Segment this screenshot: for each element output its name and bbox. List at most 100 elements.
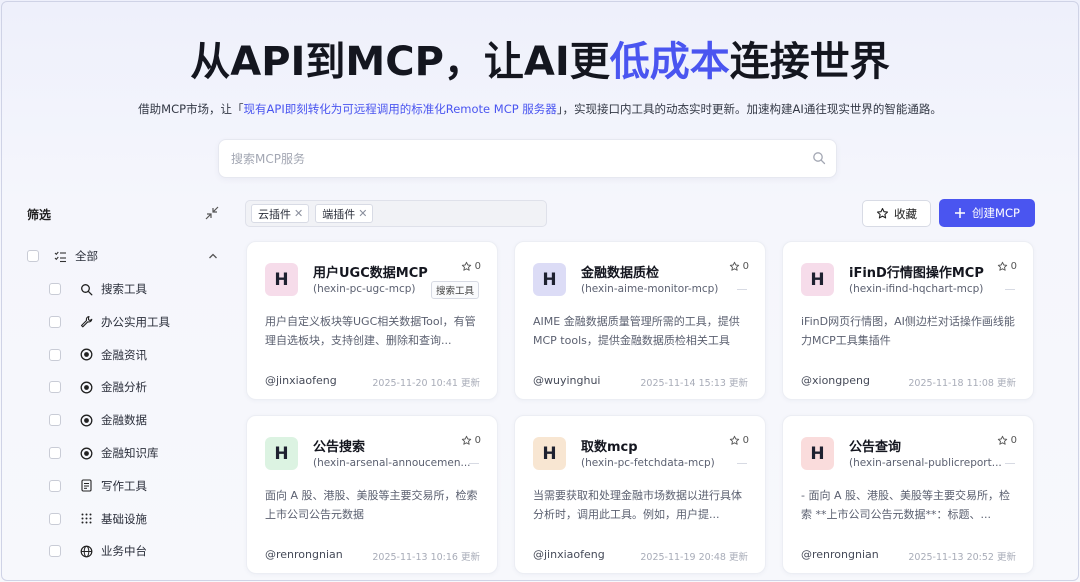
sidebar-item[interactable]: 办公实用工具 <box>49 312 170 332</box>
favorite-toggle[interactable]: 0 <box>997 261 1017 272</box>
filter-title: 筛选 <box>27 208 52 222</box>
avatar: H <box>265 263 298 296</box>
sidebar-item[interactable]: 金融资讯 <box>49 345 147 365</box>
plus-icon <box>955 208 966 218</box>
sidebar-item-label: 办公实用工具 <box>101 314 170 329</box>
card-title[interactable]: 公告搜索 <box>313 436 365 455</box>
star-icon[interactable] <box>729 435 740 446</box>
star-icon[interactable] <box>461 435 472 446</box>
card-author[interactable]: @renrongnian <box>801 548 879 561</box>
sidebar-item[interactable]: 业务中台 <box>49 541 147 561</box>
avatar: H <box>801 263 834 296</box>
card-description: 当需要获取和处理金融市场数据以进行具体分析时，调用此工具。例如，用户提... <box>533 489 742 521</box>
sidebar-item[interactable]: 基础设施 <box>49 509 147 529</box>
category-checkbox[interactable] <box>49 512 61 525</box>
card-identifier: (hexin-pc-ugc-mcp) <box>313 283 416 295</box>
sidebar-item[interactable]: 金融数据 <box>49 410 147 430</box>
favorite-toggle[interactable]: 0 <box>729 261 749 272</box>
sidebar-item-label: 金融资讯 <box>101 347 147 362</box>
mcp-card[interactable]: H 用户UGC数据MCP (hexin-pc-ugc-mcp) 搜索工具 0 用户自定义板… <box>246 241 498 400</box>
card-author[interactable]: @renrongnian <box>265 548 343 561</box>
filter-chip[interactable]: 端插件 ✕ <box>315 204 374 223</box>
sidebar-item[interactable]: 金融知识库 <box>49 443 159 463</box>
star-count: 0 <box>742 261 749 272</box>
create-mcp-button[interactable]: 创建MCP <box>939 199 1035 227</box>
target-icon <box>80 348 93 361</box>
card-title[interactable]: 金融数据质检 <box>581 262 659 281</box>
star-count: 0 <box>742 435 749 446</box>
close-icon[interactable]: ✕ <box>294 207 303 220</box>
card-author[interactable]: @jinxiaofeng <box>533 548 605 561</box>
search-icon[interactable] <box>812 151 826 165</box>
all-checkbox[interactable] <box>27 250 39 262</box>
category-checkbox[interactable] <box>49 447 61 459</box>
hero-title: 从API到MCP，让AI更低成本连接世界 <box>190 39 890 85</box>
card-title[interactable]: iFinD行情图操作MCP <box>849 262 984 281</box>
star-icon[interactable] <box>729 261 740 272</box>
card-title[interactable]: 取数mcp <box>581 436 638 455</box>
mcp-card[interactable]: H 金融数据质检 (hexin-aime-monitor-mcp) 0 AIME 金融数… <box>514 241 766 400</box>
filter-chip[interactable]: 云插件 ✕ <box>251 204 310 223</box>
star-count: 0 <box>474 261 481 272</box>
mcp-card[interactable]: H 取数mcp (hexin-pc-fetchdata-mcp) 0 当需要获取和处理金… <box>514 415 766 574</box>
sidebar-item[interactable]: 搜索工具 <box>49 279 147 299</box>
category-checkbox[interactable] <box>49 381 61 394</box>
sidebar-item-label: 基础设施 <box>101 511 147 526</box>
mcp-card[interactable]: H 公告搜索 (hexin-arsenal-annoucemen... 0 面向 A 股… <box>246 415 498 574</box>
card-identifier: (hexin-arsenal-publicreport... <box>849 457 1002 469</box>
sidebar-item[interactable]: 金融分析 <box>49 377 147 397</box>
hero-subtitle-highlight: 现有API即刻转化为可远程调用的标准化Remote MCP 服务器 <box>243 102 557 116</box>
category-checkbox[interactable] <box>49 414 61 427</box>
card-description: - 面向 A 股、港股、美股等主要交易所，检索 **上市公司公告元数据**：标题… <box>801 489 1010 521</box>
sidebar-item-label: 金融知识库 <box>101 446 159 460</box>
filter-tag-bar[interactable]: 云插件 ✕ 端插件 ✕ <box>245 200 547 227</box>
card-author[interactable]: @xiongpeng <box>801 374 870 387</box>
divider <box>1005 289 1015 290</box>
card-description: 用户自定义板块等UGC相关数据Tool，有管理自选板块，支持创建、删除和查询..… <box>265 315 476 347</box>
star-icon <box>876 207 889 219</box>
card-updated-time: 2025-11-18 11:08 更新 <box>908 378 1016 389</box>
star-count: 0 <box>1010 261 1017 272</box>
card-title[interactable]: 公告查询 <box>849 436 901 455</box>
divider <box>737 289 747 290</box>
star-icon[interactable] <box>997 261 1008 272</box>
chevron-up-icon[interactable] <box>207 250 219 262</box>
collapse-icon[interactable] <box>203 204 221 222</box>
search-input[interactable] <box>219 140 799 177</box>
card-updated-time: 2025-11-19 20:48 更新 <box>640 552 748 563</box>
category-checkbox[interactable] <box>49 545 61 558</box>
category-checkbox[interactable] <box>49 283 61 295</box>
star-icon[interactable] <box>461 261 472 272</box>
star-icon[interactable] <box>997 435 1008 446</box>
category-checkbox[interactable] <box>49 479 61 492</box>
card-updated-time: 2025-11-14 15:13 更新 <box>640 378 748 389</box>
sidebar-item-label: 搜索工具 <box>101 282 147 296</box>
mcp-card[interactable]: H 公告查询 (hexin-arsenal-publicreport... 0 - 面向… <box>782 415 1034 574</box>
favorite-toggle[interactable]: 0 <box>461 261 481 272</box>
grid-icon <box>80 512 93 525</box>
card-description: iFinD网页行情图，AI侧边栏对话操作画线能力MCP工具集插件 <box>801 315 1015 347</box>
hero-title-highlight: 低成本 <box>609 39 730 85</box>
search-bar[interactable] <box>218 139 837 178</box>
card-identifier: (hexin-pc-fetchdata-mcp) <box>581 457 715 469</box>
favorite-toggle[interactable]: 0 <box>729 435 749 446</box>
divider <box>1005 463 1015 464</box>
divider <box>469 463 479 464</box>
category-checkbox[interactable] <box>49 315 61 328</box>
avatar: H <box>533 437 566 470</box>
sidebar-item[interactable]: 写作工具 <box>49 476 147 496</box>
mcp-card[interactable]: HiFinD行情图操作MCP (hexin-ifind-hqchart-mcp) 0… <box>782 241 1034 400</box>
target-icon <box>80 414 93 427</box>
favorite-toggle[interactable]: 0 <box>997 435 1017 446</box>
avatar: H <box>801 437 834 470</box>
card-author[interactable]: @jinxiaofeng <box>265 374 337 387</box>
hero-subtitle: 借助MCP市场，让「现有API即刻转化为可远程调用的标准化Remote MCP … <box>138 102 942 116</box>
sidebar-item-all[interactable]: 全部 <box>27 246 98 266</box>
close-icon[interactable]: ✕ <box>358 207 367 220</box>
favorite-toggle[interactable]: 0 <box>461 435 481 446</box>
favorites-button[interactable]: 收藏 <box>862 200 931 227</box>
search-icon <box>80 283 93 296</box>
card-author[interactable]: @wuyinghui <box>533 374 601 387</box>
category-checkbox[interactable] <box>49 348 61 361</box>
card-title[interactable]: 用户UGC数据MCP <box>313 262 428 281</box>
